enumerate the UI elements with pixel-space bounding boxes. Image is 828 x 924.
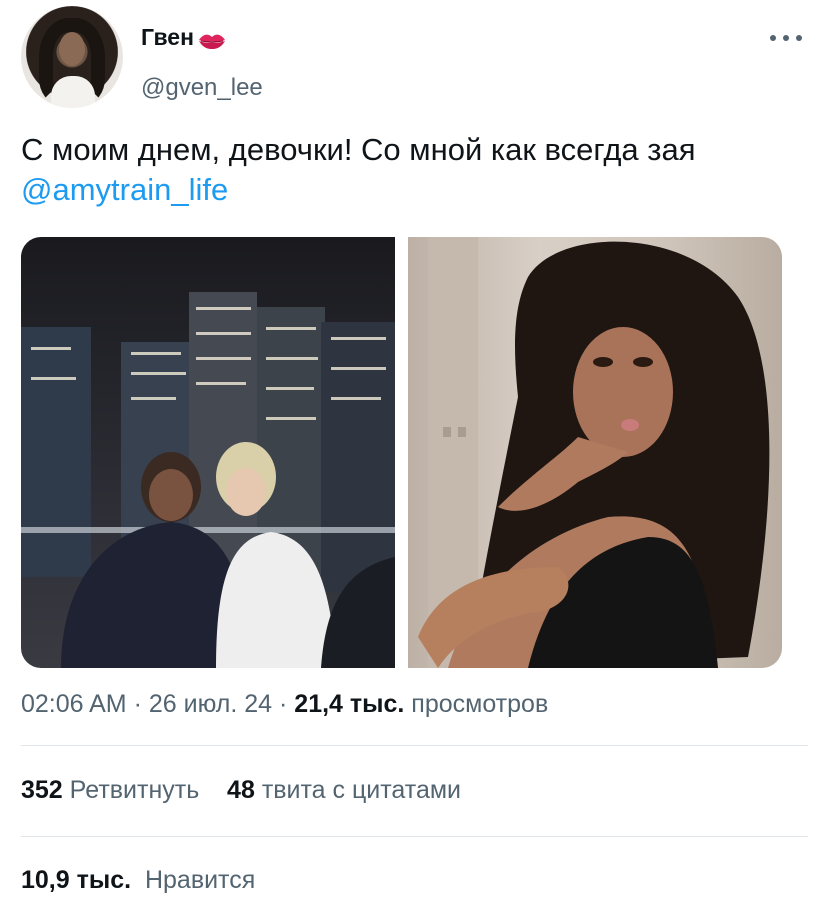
quotes-stat[interactable]: 48 твита с цитатами xyxy=(227,776,461,804)
tweet-meta: 02:06 AM · 26 июл. 24 · 21,4 тыс. просмо… xyxy=(21,690,548,719)
retweets-stat[interactable]: 352 Ретвитнуть xyxy=(21,776,199,804)
tweet-text: С моим днем, девочки! Со мной как всегда… xyxy=(21,130,811,210)
dot-icon xyxy=(770,35,776,41)
divider xyxy=(21,836,808,837)
quotes-label: твита с цитатами xyxy=(261,776,462,804)
likes-count: 10,9 тыс. xyxy=(21,866,132,894)
meta-separator: · xyxy=(126,690,149,718)
views-label: просмотров xyxy=(411,690,549,718)
tweet-detail: Гвен @gven_lee С моим днем, девочки! Со … xyxy=(0,0,828,924)
tweet-date[interactable]: 26 июл. 24 xyxy=(149,690,272,718)
views-count: 21,4 тыс. xyxy=(294,690,405,718)
author-handle[interactable]: @gven_lee xyxy=(141,74,263,102)
dot-icon xyxy=(783,35,789,41)
photo-two-girls-city-night[interactable] xyxy=(21,237,395,668)
retweets-count: 352 xyxy=(21,776,63,804)
tweet-time[interactable]: 02:06 AM xyxy=(21,690,127,718)
likes-label: Нравится xyxy=(144,866,256,894)
mention-link[interactable]: @amytrain_life xyxy=(21,172,228,207)
avatar-shirt xyxy=(51,76,95,108)
tweet-text-body: С моим днем, девочки! Со мной как всегда… xyxy=(21,132,696,167)
stats-row-retweets: 352 Ретвитнуть 48 твита с цитатами xyxy=(21,776,461,805)
dot-icon xyxy=(796,35,802,41)
more-options-icon[interactable] xyxy=(770,30,802,46)
retweets-label: Ретвитнуть xyxy=(69,776,200,804)
avatar[interactable] xyxy=(21,6,123,108)
author-display-name[interactable]: Гвен xyxy=(141,24,226,51)
likes-stat[interactable]: 10,9 тыс. Нравится xyxy=(21,866,255,894)
stats-row-likes: 10,9 тыс. Нравится xyxy=(21,866,255,895)
meta-separator: · xyxy=(272,690,295,718)
author-name-text: Гвен xyxy=(141,24,194,50)
quotes-count: 48 xyxy=(227,776,255,804)
photo-curly-hair-portrait[interactable] xyxy=(408,237,782,668)
divider xyxy=(21,745,808,746)
lips-kiss-icon xyxy=(198,29,226,49)
